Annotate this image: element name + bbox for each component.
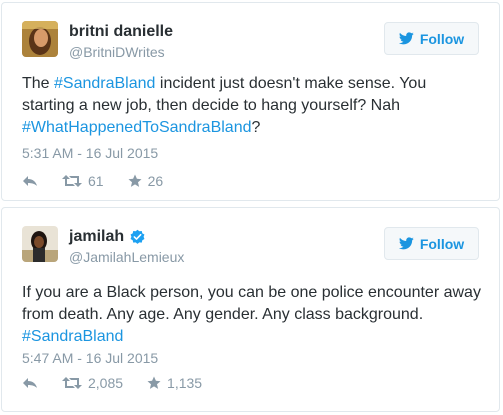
user-handle[interactable]: @JamilahLemieux	[69, 249, 184, 265]
display-name[interactable]: jamilah	[69, 228, 146, 246]
tweet-actions: 61 26	[22, 173, 187, 189]
follow-button[interactable]: Follow	[384, 227, 479, 260]
like-count: 1,135	[167, 375, 203, 391]
star-icon	[128, 174, 142, 187]
reply-arrow-icon	[23, 378, 37, 388]
verified-badge-icon	[130, 229, 145, 244]
follow-button[interactable]: Follow	[384, 22, 479, 55]
tweet-text-segment: ?	[251, 119, 261, 136]
timestamp[interactable]: 5:31 AM - 16 Jul 2015	[22, 145, 158, 161]
tweet-card: jamilah @JamilahLemieux Follow If you ar…	[1, 207, 500, 412]
retweet-button[interactable]: 61	[62, 173, 104, 189]
tweet-text-segment: The	[22, 75, 55, 92]
reply-button[interactable]	[22, 377, 38, 389]
follow-label: Follow	[419, 235, 465, 252]
tweet-text: The #SandraBland incident just doesn't m…	[22, 73, 483, 139]
timestamp[interactable]: 5:47 AM - 16 Jul 2015	[22, 350, 158, 366]
like-count: 26	[147, 173, 164, 189]
hashtag-link[interactable]: #SandraBland	[22, 328, 123, 345]
hashtag-link[interactable]: #SandraBland	[54, 75, 155, 92]
tweet-text: If you are a Black person, you can be on…	[22, 282, 483, 348]
display-name[interactable]: britni danielle	[69, 23, 173, 41]
like-button[interactable]: 26	[128, 173, 164, 189]
like-button[interactable]: 1,135	[147, 375, 202, 391]
tweet-text-segment: If you are a Black person, you can be on…	[22, 284, 481, 323]
retweet-icon	[62, 377, 82, 389]
tweet-actions: 2,085 1,135	[22, 375, 226, 391]
follow-label: Follow	[419, 30, 465, 47]
retweet-count: 61	[88, 173, 104, 189]
user-handle[interactable]: @BritniDWrites	[69, 44, 165, 60]
avatar[interactable]	[22, 21, 58, 57]
twitter-bird-icon	[398, 237, 414, 250]
twitter-bird-icon	[398, 32, 414, 45]
tweet-card: britni danielle @BritniDWrites Follow Th…	[1, 2, 500, 201]
reply-button[interactable]	[22, 175, 38, 187]
retweet-count: 2,085	[88, 375, 124, 391]
retweet-button[interactable]: 2,085	[62, 375, 123, 391]
display-name-text[interactable]: britni danielle	[69, 23, 173, 41]
reply-arrow-icon	[23, 176, 37, 186]
retweet-icon	[62, 175, 82, 187]
hashtag-link[interactable]: #WhatHappenedToSandraBland	[22, 119, 252, 136]
avatar[interactable]	[22, 226, 58, 262]
star-icon	[147, 376, 161, 389]
display-name-text[interactable]: jamilah	[69, 228, 124, 246]
